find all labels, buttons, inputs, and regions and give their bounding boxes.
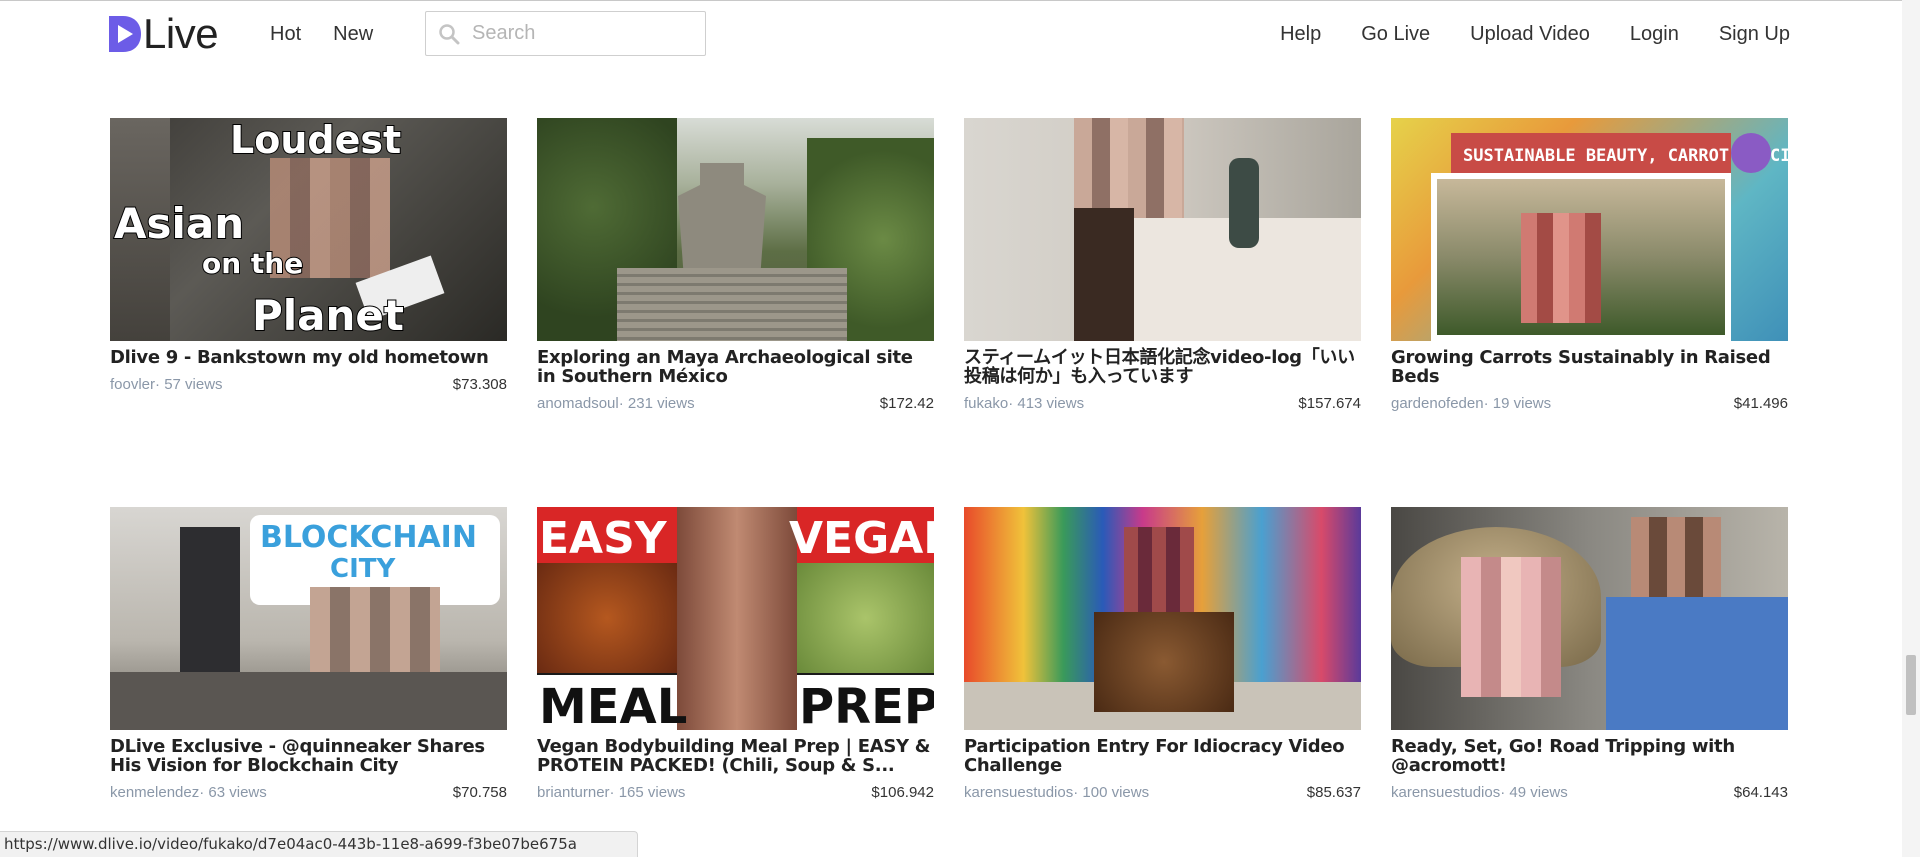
svg-text:Loudest: Loudest bbox=[230, 118, 401, 162]
account-nav: Help Go Live Upload Video Login Sign Up bbox=[1240, 22, 1790, 46]
video-card[interactable]: スティームイット日本語化記念video-log「いい投稿は何か」も入っています … bbox=[964, 118, 1361, 412]
video-earnings: $106.942 bbox=[871, 784, 934, 801]
video-row: Loudest Asian on the Planet Dlive 9 - Ba… bbox=[110, 118, 1790, 412]
video-views: · 413 views bbox=[1008, 395, 1085, 412]
thumbnail-caption-art: SUSTAINABLE BEAUTY, CARROT SPECIAL bbox=[1463, 133, 1788, 173]
video-meta: fukako· 413 views $157.674 bbox=[964, 395, 1361, 412]
browser-status-url: https://www.dlive.io/video/fukako/d7e04a… bbox=[0, 831, 638, 857]
video-views: · 165 views bbox=[609, 784, 686, 801]
video-title[interactable]: Vegan Bodybuilding Meal Prep | EASY & PR… bbox=[537, 737, 934, 775]
nav-go-live-link[interactable]: Go Live bbox=[1361, 22, 1430, 46]
svg-text:CITY: CITY bbox=[330, 554, 396, 584]
video-card[interactable]: Exploring an Maya Archaeological site in… bbox=[537, 118, 934, 412]
video-title[interactable]: Growing Carrots Sustainably in Raised Be… bbox=[1391, 348, 1788, 386]
video-thumbnail[interactable]: Loudest Asian on the Planet bbox=[110, 118, 507, 341]
svg-text:VEGAN: VEGAN bbox=[789, 513, 934, 564]
video-card[interactable]: SUSTAINABLE BEAUTY, CARROT SPECIAL Growi… bbox=[1391, 118, 1788, 412]
video-earnings: $172.42 bbox=[879, 395, 934, 412]
video-card[interactable]: Loudest Asian on the Planet Dlive 9 - Ba… bbox=[110, 118, 507, 412]
video-thumbnail[interactable] bbox=[1391, 507, 1788, 730]
search-icon bbox=[439, 23, 460, 44]
svg-text:Planet: Planet bbox=[252, 291, 404, 340]
video-author-link[interactable]: foovler bbox=[110, 376, 155, 393]
video-row: BLOCKCHAIN CITY DLive Exclusive - @quinn… bbox=[110, 507, 1790, 801]
video-earnings: $70.758 bbox=[452, 784, 507, 801]
video-views: · 57 views bbox=[155, 376, 223, 393]
video-author-link[interactable]: gardenofeden bbox=[1391, 395, 1484, 412]
video-author-link[interactable]: anomadsoul bbox=[537, 395, 619, 412]
thumbnail-caption-art: Loudest Asian on the Planet bbox=[113, 118, 405, 341]
video-meta: gardenofeden· 19 views $41.496 bbox=[1391, 395, 1788, 412]
video-earnings: $64.143 bbox=[1733, 784, 1788, 801]
video-thumbnail[interactable]: EASY VEGAN MEAL PREP bbox=[537, 507, 934, 730]
video-author-link[interactable]: karensuestudios bbox=[1391, 784, 1500, 801]
video-views: · 49 views bbox=[1500, 784, 1568, 801]
video-earnings: $73.308 bbox=[452, 376, 507, 393]
video-title[interactable]: Ready, Set, Go! Road Tripping with @acro… bbox=[1391, 737, 1788, 775]
video-author-link[interactable]: kenmelendez bbox=[110, 784, 199, 801]
video-title[interactable]: Exploring an Maya Archaeological site in… bbox=[537, 348, 934, 386]
svg-text:PREP: PREP bbox=[799, 679, 934, 730]
nav-help-link[interactable]: Help bbox=[1280, 22, 1321, 46]
video-card[interactable]: BLOCKCHAIN CITY DLive Exclusive - @quinn… bbox=[110, 507, 507, 801]
video-thumbnail[interactable]: BLOCKCHAIN CITY bbox=[110, 507, 507, 730]
svg-text:on the: on the bbox=[202, 247, 303, 280]
logo-text: Live bbox=[143, 10, 219, 57]
video-thumbnail[interactable] bbox=[537, 118, 934, 341]
nav-sign-up-link[interactable]: Sign Up bbox=[1719, 22, 1790, 46]
video-title[interactable]: スティームイット日本語化記念video-log「いい投稿は何か」も入っています bbox=[964, 348, 1361, 386]
svg-text:BLOCKCHAIN: BLOCKCHAIN bbox=[260, 520, 477, 555]
video-author-link[interactable]: brianturner bbox=[537, 784, 610, 801]
video-author-link[interactable]: karensuestudios bbox=[964, 784, 1073, 801]
video-author-link[interactable]: fukako bbox=[964, 395, 1008, 412]
video-meta: karensuestudios· 49 views $64.143 bbox=[1391, 784, 1788, 801]
video-card[interactable]: Ready, Set, Go! Road Tripping with @acro… bbox=[1391, 507, 1788, 801]
video-meta: foovler· 57 views $73.308 bbox=[110, 376, 507, 393]
video-thumbnail[interactable] bbox=[964, 118, 1361, 341]
thumbnail-caption-art: EASY VEGAN MEAL PREP bbox=[539, 513, 934, 730]
video-views: · 100 views bbox=[1073, 784, 1150, 801]
dlive-logo[interactable]: Live bbox=[109, 10, 219, 57]
nav-new-link[interactable]: New bbox=[333, 22, 373, 46]
nav-hot-link[interactable]: Hot bbox=[270, 22, 301, 46]
search-box[interactable] bbox=[425, 11, 706, 56]
page-scrollbar[interactable] bbox=[1902, 0, 1920, 857]
svg-text:EASY: EASY bbox=[539, 513, 668, 564]
primary-nav: Hot New bbox=[270, 22, 405, 46]
svg-text:Asian: Asian bbox=[114, 199, 244, 248]
video-meta: anomadsoul· 231 views $172.42 bbox=[537, 395, 934, 412]
video-views: · 19 views bbox=[1483, 395, 1552, 412]
svg-text:MEAL: MEAL bbox=[539, 679, 687, 730]
video-earnings: $85.637 bbox=[1306, 784, 1361, 801]
dlive-play-logo-icon bbox=[109, 16, 141, 52]
site-header: Live Hot New Help Go Live Upload Video L… bbox=[0, 0, 1902, 68]
video-title[interactable]: Dlive 9 - Bankstown my old hometown bbox=[110, 348, 507, 367]
thumbnail-caption-art: BLOCKCHAIN CITY bbox=[260, 520, 477, 584]
video-title[interactable]: Participation Entry For Idiocracy Video … bbox=[964, 737, 1361, 775]
nav-login-link[interactable]: Login bbox=[1630, 22, 1679, 46]
video-meta: karensuestudios· 100 views $85.637 bbox=[964, 784, 1361, 801]
video-meta: brianturner· 165 views $106.942 bbox=[537, 784, 934, 801]
video-meta: kenmelendez· 63 views $70.758 bbox=[110, 784, 507, 801]
video-views: · 63 views bbox=[199, 784, 267, 801]
video-views: · 231 views bbox=[618, 395, 695, 412]
scrollbar-thumb[interactable] bbox=[1906, 655, 1916, 715]
video-thumbnail[interactable]: SUSTAINABLE BEAUTY, CARROT SPECIAL bbox=[1391, 118, 1788, 341]
video-card[interactable]: EASY VEGAN MEAL PREP Vegan Bodybuilding … bbox=[537, 507, 934, 801]
search-input[interactable] bbox=[472, 22, 692, 45]
video-title[interactable]: DLive Exclusive - @quinneaker Shares His… bbox=[110, 737, 507, 775]
video-earnings: $157.674 bbox=[1298, 395, 1361, 412]
nav-upload-video-link[interactable]: Upload Video bbox=[1470, 22, 1590, 46]
video-earnings: $41.496 bbox=[1733, 395, 1788, 412]
video-thumbnail[interactable] bbox=[964, 507, 1361, 730]
video-card[interactable]: Participation Entry For Idiocracy Video … bbox=[964, 507, 1361, 801]
